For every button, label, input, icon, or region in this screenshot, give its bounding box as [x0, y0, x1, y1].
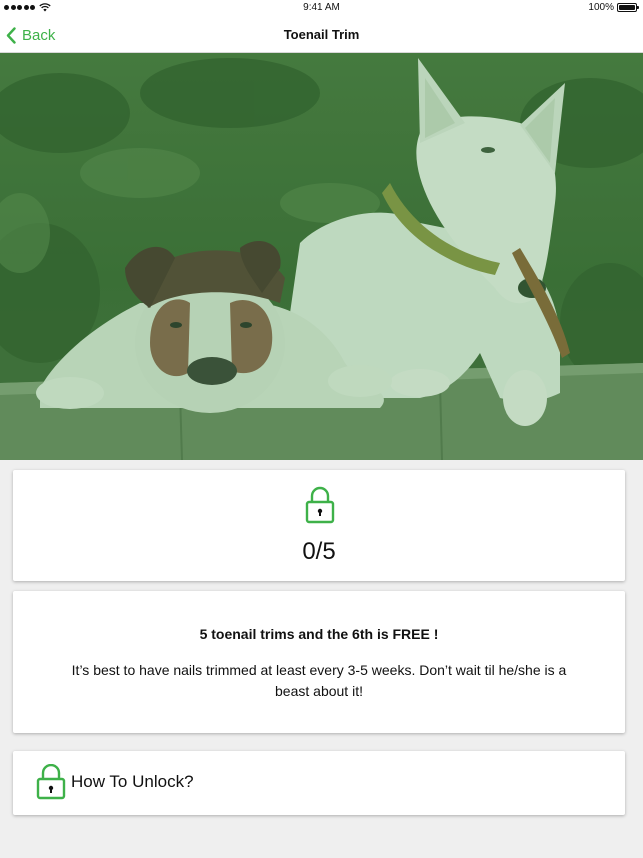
hero-image	[0, 53, 643, 460]
progress-card: 0/5	[13, 470, 625, 581]
info-card: 5 toenail trims and the 6th is FREE ! It…	[13, 591, 625, 733]
battery-icon	[617, 3, 639, 12]
status-time: 9:41 AM	[303, 2, 340, 13]
progress-count: 0/5	[302, 538, 336, 565]
battery-percent: 100%	[588, 2, 614, 13]
page-title: Toenail Trim	[283, 27, 360, 42]
battery-fill	[619, 5, 635, 10]
how-to-unlock-label: How To Unlock?	[71, 772, 194, 791]
lock-icon	[305, 486, 335, 524]
navigation-bar: Back Toenail Trim	[0, 18, 643, 53]
dogs-photo	[0, 53, 643, 460]
how-to-unlock-button[interactable]: How To Unlock?	[13, 751, 625, 815]
status-right: 100%	[588, 2, 639, 13]
info-description: It’s best to have nails trimmed at least…	[71, 662, 567, 699]
status-bar: 9:41 AM 100%	[0, 0, 643, 18]
lock-icon	[36, 764, 66, 800]
info-title: 5 toenail trims and the 6th is FREE !	[199, 626, 439, 642]
